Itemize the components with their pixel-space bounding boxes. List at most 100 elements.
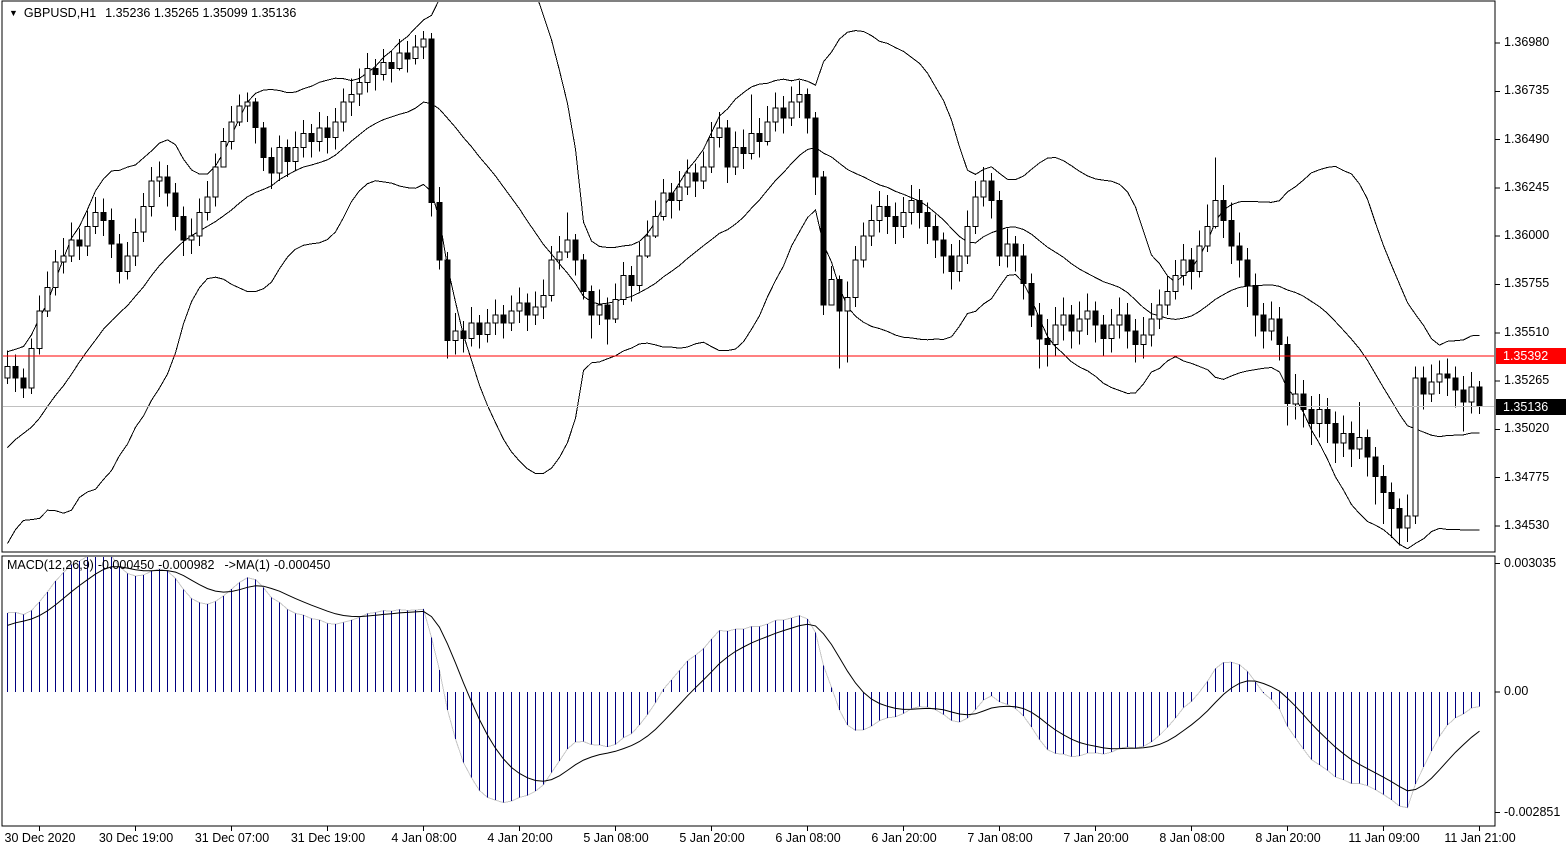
candle [29, 349, 34, 388]
candle [605, 305, 610, 319]
candle [997, 201, 1002, 256]
macd-pane-border [2, 556, 1495, 826]
candle [1333, 424, 1338, 444]
main-pane[interactable] [2, 0, 1495, 549]
candle [1373, 457, 1378, 477]
time-axis-label: 7 Jan 08:00 [967, 831, 1032, 845]
candle [917, 201, 922, 213]
candle [445, 260, 450, 341]
candle [1293, 394, 1298, 404]
time-axis-label: 8 Jan 08:00 [1159, 831, 1224, 845]
candle [685, 173, 690, 187]
price-axis-label: 1.35755 [1504, 276, 1549, 290]
chart-title-bar: ▼GBPUSD,H11.35236 1.35265 1.35099 1.3513… [9, 6, 296, 20]
price-axis-label: 1.35510 [1504, 325, 1549, 339]
candle [1461, 390, 1466, 402]
candle [765, 122, 770, 142]
price-axis-label: 1.36245 [1504, 180, 1549, 194]
candle [213, 167, 218, 197]
candle [541, 295, 546, 307]
price-axis-label: 1.36735 [1504, 83, 1549, 97]
time-axis-label: 8 Jan 20:00 [1255, 831, 1320, 845]
candle [525, 303, 530, 315]
macd-axis-label: 0.00 [1504, 684, 1528, 698]
candle [1133, 331, 1138, 345]
candle [589, 291, 594, 315]
candle [165, 177, 170, 193]
candle [869, 220, 874, 236]
candle [573, 240, 578, 260]
candle [1109, 325, 1114, 339]
candle [989, 181, 994, 201]
candle [469, 323, 474, 339]
macd-signal-value: -0.000982 [158, 558, 214, 572]
candle [1309, 410, 1314, 424]
candle [397, 53, 402, 69]
candle [677, 187, 682, 201]
candle [1301, 394, 1306, 410]
price-axis-label: 1.35020 [1504, 421, 1549, 435]
candle [157, 177, 162, 181]
candle [1181, 260, 1186, 276]
candle [1317, 410, 1322, 424]
candle [1237, 246, 1242, 260]
candle [205, 197, 210, 213]
candle [893, 217, 898, 227]
candle [245, 102, 250, 106]
candle [93, 213, 98, 227]
candle [661, 193, 666, 217]
candle [709, 138, 714, 168]
candle [517, 303, 522, 311]
candle [1205, 226, 1210, 246]
candle [341, 102, 346, 122]
candle [1253, 286, 1258, 316]
candle [253, 102, 258, 128]
candle [13, 366, 18, 378]
candle [405, 53, 410, 59]
candle [1165, 291, 1170, 305]
candle [53, 262, 58, 288]
candle [1261, 315, 1266, 331]
candle [1053, 325, 1058, 345]
candle [693, 173, 698, 181]
candle [293, 148, 298, 162]
bollinger-upper-band [8, 0, 1480, 352]
candle [1269, 319, 1274, 331]
candle [581, 260, 586, 292]
candle [1173, 276, 1178, 292]
bid-price-tag: 1.35136 [1496, 399, 1566, 415]
candle [173, 193, 178, 217]
candle [749, 134, 754, 154]
candle [965, 226, 970, 256]
candle [853, 260, 858, 298]
chart-canvas[interactable] [0, 0, 1566, 850]
candle [493, 315, 498, 323]
candle [821, 177, 826, 305]
macd-ma-label: ->MA(1) [224, 558, 270, 572]
indicator-name: MACD(12,26,9) [7, 558, 94, 572]
candle [1157, 305, 1162, 319]
candle [533, 307, 538, 315]
candle [1029, 284, 1034, 316]
candle [1005, 244, 1010, 256]
macd-histogram [8, 551, 1480, 808]
collapse-arrow-icon[interactable]: ▼ [9, 8, 18, 18]
candle [1445, 374, 1450, 378]
candle [1149, 319, 1154, 335]
candle [549, 260, 554, 296]
chart-window: ▼GBPUSD,H11.35236 1.35265 1.35099 1.3513… [0, 0, 1566, 850]
ohlc-values: 1.35236 1.35265 1.35099 1.35136 [105, 6, 296, 20]
main-pane-border [2, 1, 1495, 552]
candle [877, 207, 882, 221]
candle [461, 331, 466, 339]
candle [237, 106, 242, 122]
time-axis-label: 11 Jan 21:00 [1444, 831, 1515, 845]
candle [101, 213, 106, 221]
time-axis-label: 5 Jan 20:00 [679, 831, 744, 845]
candle [485, 323, 490, 335]
candle [1285, 345, 1290, 404]
macd-pane[interactable] [8, 551, 1480, 808]
candle [933, 226, 938, 240]
candle [429, 39, 434, 203]
candle [117, 244, 122, 272]
